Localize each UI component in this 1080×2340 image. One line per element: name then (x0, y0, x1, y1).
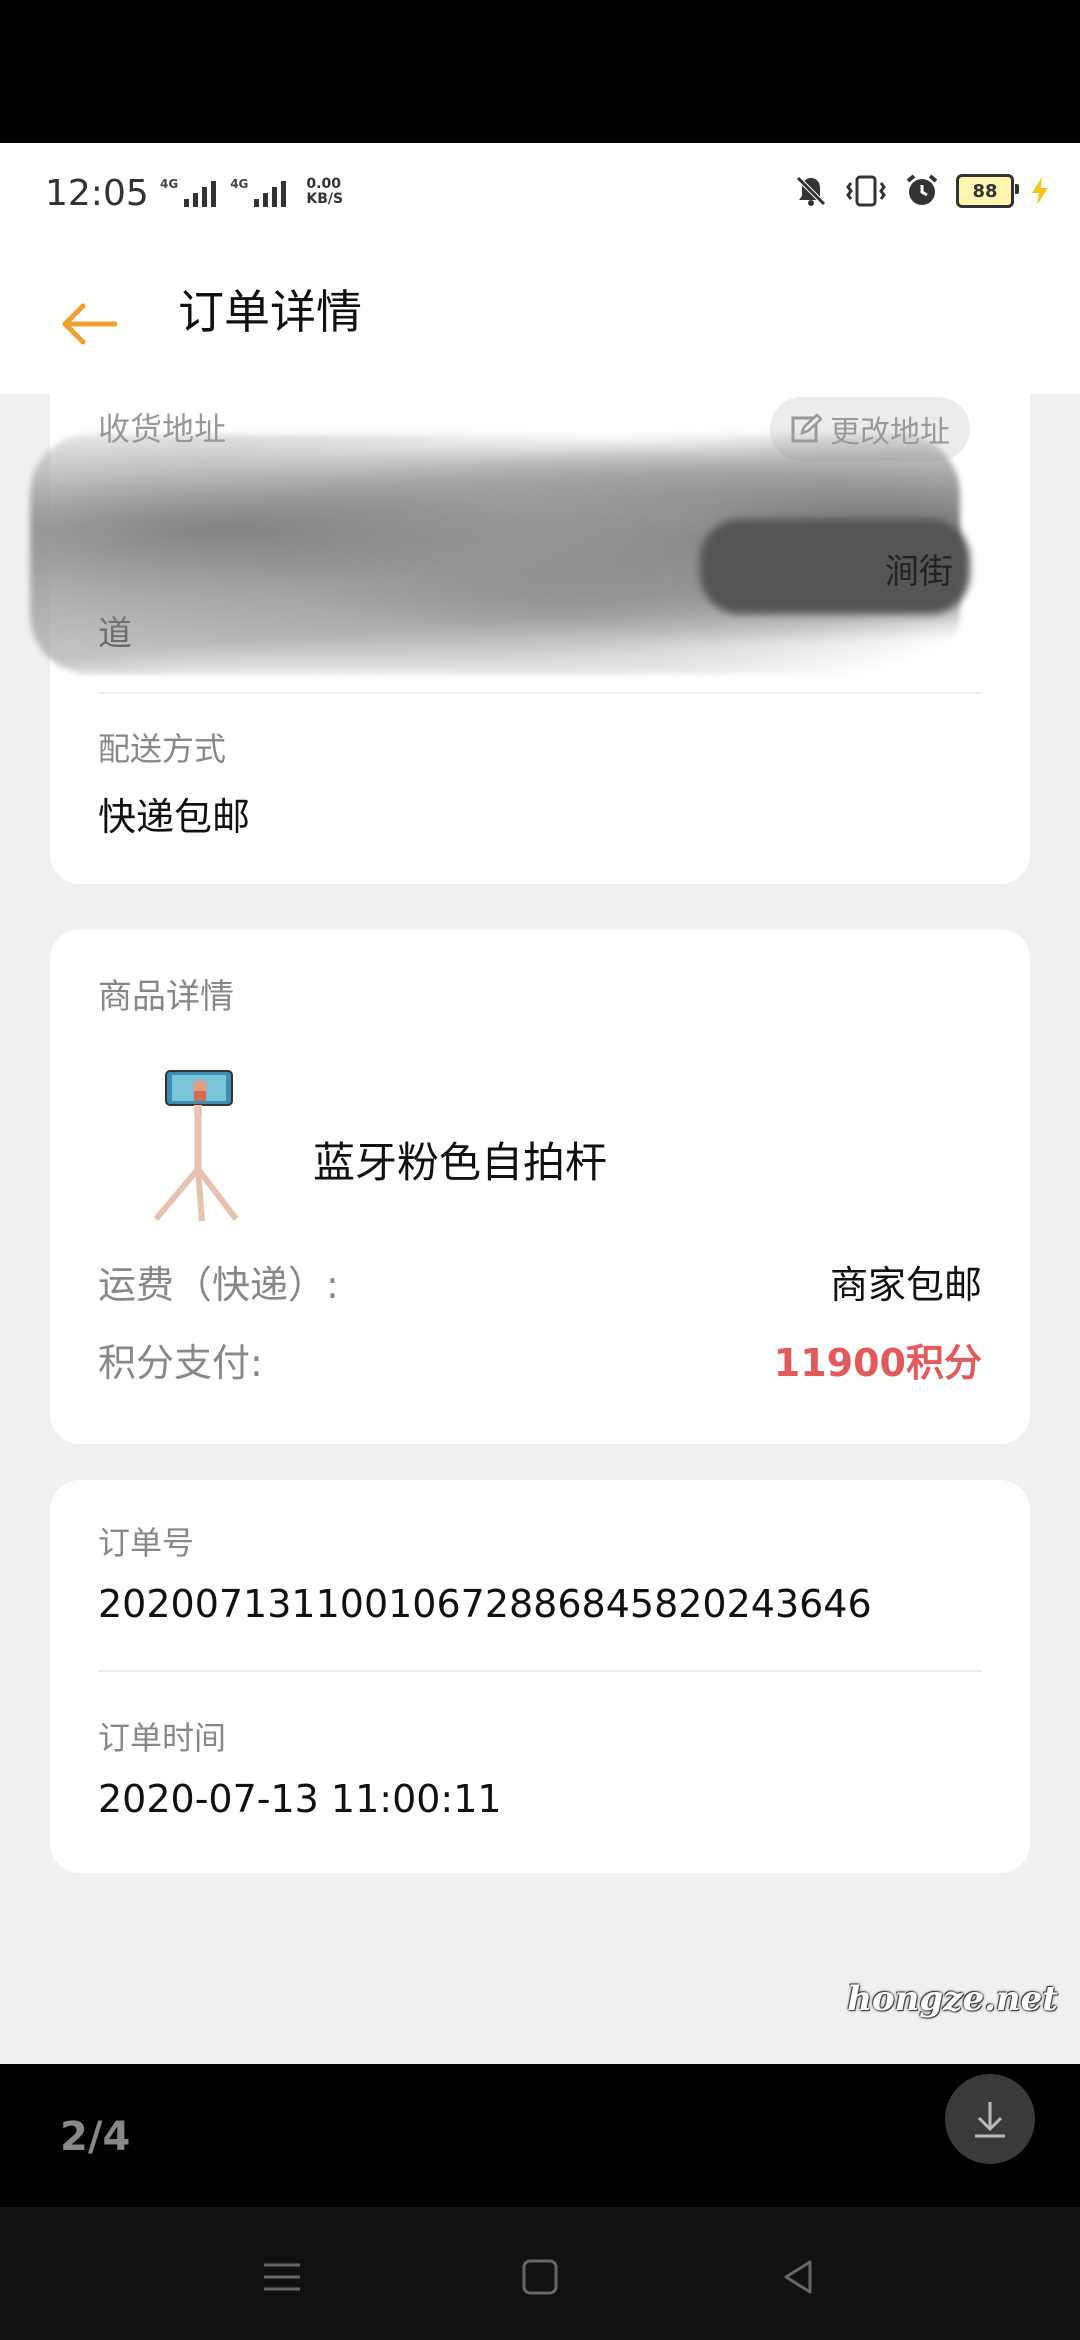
status-right-icons: 88 (794, 173, 1050, 209)
alarm-icon (906, 174, 938, 205)
menu-icon (264, 2263, 300, 2291)
net-speed: 0.00 KB/S (306, 176, 344, 207)
freight-value: 商家包邮 (829, 1263, 982, 1307)
product-name[interactable]: 蓝牙粉色自拍杆 (313, 1129, 607, 1190)
app-header: 订单详情 (0, 249, 1080, 394)
divider (98, 1670, 982, 1672)
signal-1-icon: 4G (160, 177, 217, 207)
signal-2-icon: 4G (230, 177, 287, 207)
points-value: 11900积分 (773, 1341, 982, 1385)
back-button[interactable] (55, 289, 125, 359)
home-square-icon (522, 2259, 558, 2295)
order-time-label: 订单时间 (98, 1719, 227, 1757)
nav-home-button[interactable] (510, 2247, 570, 2307)
back-triangle-icon (784, 2260, 812, 2294)
divider (98, 692, 982, 694)
product-image[interactable] (138, 1069, 248, 1229)
shipping-value: 快递包邮 (98, 795, 251, 839)
charging-icon (1032, 177, 1048, 205)
status-time: 12:05 (45, 173, 149, 214)
status-bar: 12:05 4G 4G 0.00 KB/S 88 (0, 143, 1080, 249)
vibrate-icon (846, 175, 886, 207)
system-nav-bar (0, 2207, 1080, 2340)
top-black-bar (0, 0, 1080, 143)
battery-icon: 88 (956, 174, 1019, 208)
content-area[interactable]: 收货地址 更改地址 道 涧街 配送方式 快递包邮 商品详情 蓝牙粉 (0, 394, 1080, 2064)
page-counter: 2/4 (60, 2114, 131, 2160)
signal-group: 4G 4G 0.00 KB/S (160, 177, 343, 207)
arrow-left-icon (62, 303, 118, 345)
freight-label: 运费（快递）: (98, 1263, 339, 1307)
order-number-label: 订单号 (98, 1524, 195, 1562)
address-card: 收货地址 更改地址 道 涧街 配送方式 快递包邮 (30, 394, 1030, 884)
nav-menu-button[interactable] (252, 2247, 312, 2307)
points-label: 积分支付: (98, 1341, 263, 1385)
order-card: 订单号 202007131100106728868458202436​46 订单… (50, 1480, 1030, 1873)
shipping-label: 配送方式 (98, 730, 227, 768)
address-street-fragment: 涧街 (885, 552, 953, 592)
page-title: 订单详情 (178, 285, 362, 339)
image-viewer-bar: 2/4 (0, 2064, 1080, 2207)
download-icon (975, 2102, 1005, 2138)
nav-back-button[interactable] (768, 2247, 828, 2307)
order-number-value: 202007131100106728868458202436​46 (98, 1582, 872, 1626)
download-button[interactable] (945, 2074, 1035, 2164)
goods-label: 商品详情 (98, 977, 234, 1017)
goods-card: 商品详情 蓝牙粉色自拍杆 运费（快递）: 商家包邮 积分支付: 11900积分 (50, 929, 1030, 1444)
watermark: hongze.net (847, 1979, 1058, 2019)
order-time-value: 2020-07-13 11:00:11 (98, 1777, 502, 1821)
mute-icon (796, 176, 826, 206)
